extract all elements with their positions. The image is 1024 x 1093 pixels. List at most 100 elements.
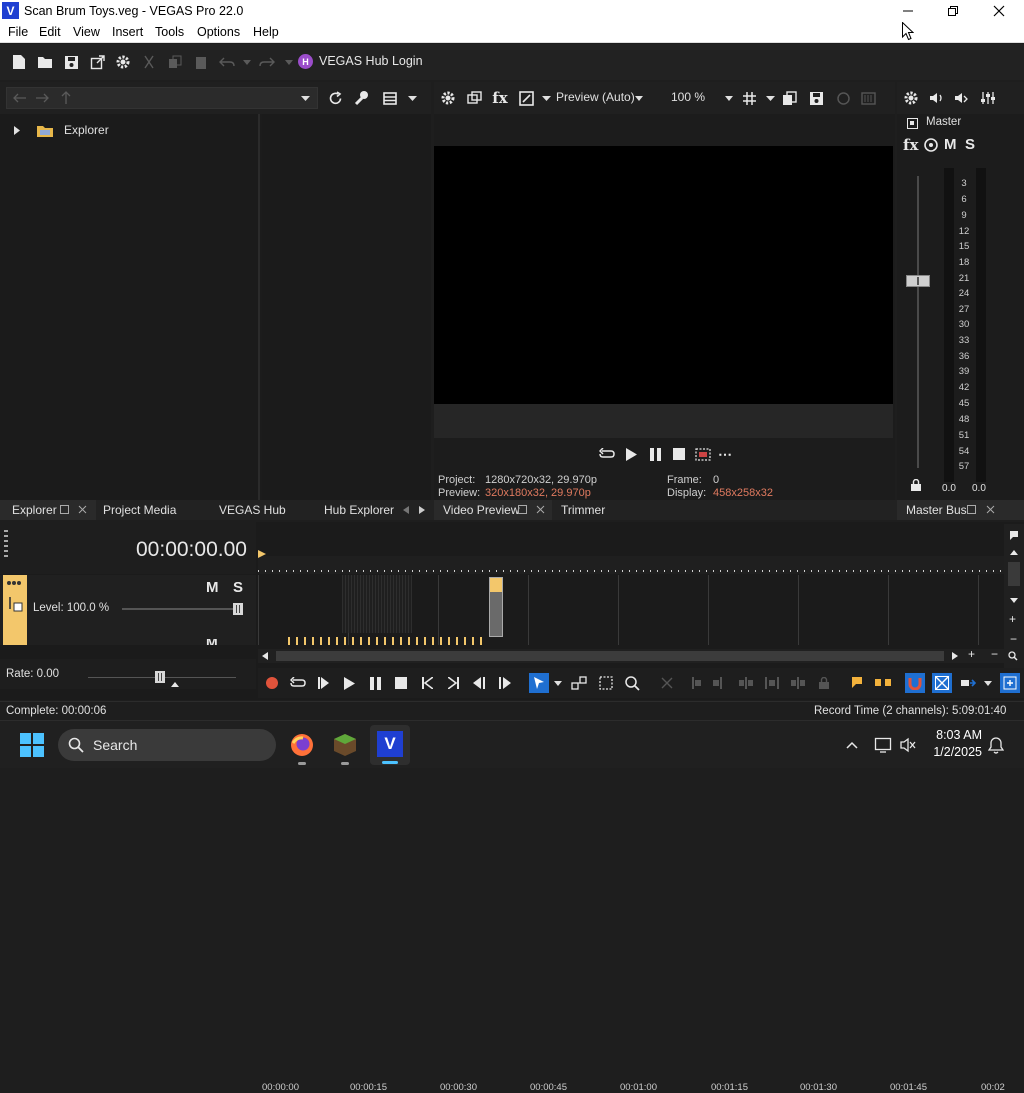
menu-file[interactable]: File <box>8 25 28 39</box>
vegas-app-taskbar-button[interactable]: V <box>370 725 410 765</box>
stop-icon[interactable] <box>393 674 409 692</box>
auto-crossfade-icon[interactable] <box>932 673 952 693</box>
clock-time[interactable]: 8:03 AM <box>936 728 982 742</box>
notifications-bell-icon[interactable] <box>988 736 1004 754</box>
stop-icon[interactable] <box>671 446 687 462</box>
open-folder-icon[interactable] <box>36 53 54 71</box>
refresh-icon[interactable] <box>326 89 344 107</box>
trim-start-icon[interactable] <box>685 674 703 692</box>
timeline-horizontal-scrollbar[interactable]: + − <box>258 647 1024 663</box>
mixer-faders-icon[interactable] <box>979 89 997 107</box>
volume-muted-icon[interactable] <box>899 736 917 754</box>
master-fx-button[interactable]: fx <box>903 136 918 154</box>
scroll-left-icon[interactable] <box>262 652 268 660</box>
preview-zoom-select[interactable]: 100 % <box>669 90 737 107</box>
preview-settings-icon[interactable] <box>439 89 457 107</box>
tab-scroll-left-icon[interactable] <box>403 506 409 514</box>
selection-tool-icon[interactable] <box>597 674 615 692</box>
loop-region-marker-icon[interactable] <box>258 550 266 558</box>
lock-envelopes-icon[interactable] <box>815 674 833 692</box>
menu-tools[interactable]: Tools <box>155 25 184 39</box>
address-dropdown-icon[interactable] <box>299 93 311 103</box>
render-as-icon[interactable] <box>88 53 106 71</box>
scroll-thumb[interactable] <box>1008 562 1020 586</box>
undo-dropdown-icon[interactable] <box>242 56 252 68</box>
menu-edit[interactable]: Edit <box>39 25 61 39</box>
tab-trimmer[interactable]: Trimmer <box>561 503 605 517</box>
h-scroll-thumb[interactable] <box>276 651 944 661</box>
zoom-magnifier-icon[interactable] <box>1008 651 1018 661</box>
views-icon[interactable] <box>381 89 399 107</box>
timeline-ruler[interactable] <box>258 550 1004 574</box>
master-select-icon[interactable] <box>907 118 918 129</box>
save-snapshot-icon[interactable] <box>807 89 825 107</box>
delete-icon[interactable] <box>658 674 676 692</box>
menu-insert[interactable]: Insert <box>112 25 143 39</box>
audio-event-clip[interactable] <box>489 577 503 637</box>
go-to-start-icon[interactable] <box>419 674 435 692</box>
undock-icon[interactable] <box>518 505 527 514</box>
pause-icon[interactable] <box>367 674 383 692</box>
timeline-track-lane[interactable] <box>258 575 1004 645</box>
play-from-start-icon[interactable] <box>315 674 331 692</box>
undock-icon[interactable] <box>60 505 69 514</box>
drag-handle-icon[interactable] <box>4 530 8 558</box>
tab-hub-explorer[interactable]: Hub Explorer <box>324 503 394 517</box>
edit-tool-dropdown-icon[interactable] <box>553 678 563 688</box>
tab-video-preview[interactable]: Video Preview <box>434 500 552 520</box>
close-tab-icon[interactable] <box>536 505 545 514</box>
undock-icon[interactable] <box>967 505 976 514</box>
overlays-grid-icon[interactable] <box>740 89 758 107</box>
snapping-icon[interactable] <box>905 673 925 693</box>
overlays-dropdown-icon[interactable] <box>764 93 776 103</box>
settings-gear-icon[interactable] <box>114 53 132 71</box>
paste-icon[interactable] <box>192 53 210 71</box>
tab-project-media[interactable]: Project Media <box>103 503 176 517</box>
split-icon[interactable] <box>737 674 755 692</box>
hub-tools-icon[interactable] <box>353 89 371 107</box>
master-solo-button[interactable]: S <box>965 136 975 153</box>
rate-slider-thumb[interactable] <box>155 671 165 683</box>
forward-arrow-icon[interactable] <box>33 90 51 106</box>
tab-scroll-right-icon[interactable] <box>419 506 425 514</box>
master-settings-icon[interactable] <box>902 89 920 107</box>
envelope-tool-icon[interactable] <box>570 674 588 692</box>
track-solo-button[interactable]: S <box>233 579 243 596</box>
insert-marker-icon[interactable] <box>848 674 866 692</box>
vegas-hub-login-button[interactable]: H VEGAS Hub Login <box>298 52 423 72</box>
split-dropdown-icon[interactable] <box>540 93 552 103</box>
zoom-tool-icon[interactable] <box>623 674 641 692</box>
play-icon[interactable] <box>341 674 357 692</box>
lock-icon[interactable] <box>909 478 923 492</box>
video-fx-icon[interactable]: fx <box>490 88 510 108</box>
minecraft-app-icon[interactable] <box>331 731 359 759</box>
copy-icon[interactable] <box>166 53 184 71</box>
track-level-slider[interactable] <box>122 608 242 610</box>
redo-dropdown-icon[interactable] <box>284 56 294 68</box>
scroll-down-icon[interactable] <box>1010 598 1018 603</box>
explorer-address-bar[interactable] <box>6 87 318 109</box>
zoom-in-track-height[interactable]: + <box>1009 612 1016 626</box>
zoom-out-track-height[interactable]: − <box>1010 632 1017 646</box>
insert-region-icon[interactable] <box>874 674 892 692</box>
minimize-button[interactable] <box>896 0 920 22</box>
zoom-in-time-button[interactable]: + <box>968 647 975 661</box>
preview-pane-icon[interactable] <box>694 446 712 462</box>
lock-track-icon[interactable] <box>1000 673 1020 693</box>
close-tab-icon[interactable] <box>986 505 995 514</box>
firefox-app-icon[interactable] <box>288 731 316 759</box>
automation-icon[interactable] <box>922 136 940 154</box>
track-level-thumb[interactable] <box>233 603 243 615</box>
clock-date[interactable]: 1/2/2025 <box>928 745 982 759</box>
views-dropdown-icon[interactable] <box>406 93 418 103</box>
trim-icon[interactable] <box>763 674 781 692</box>
cut-icon[interactable] <box>140 53 158 71</box>
menu-help[interactable]: Help <box>253 25 279 39</box>
hdr-disabled-icon[interactable] <box>834 89 852 107</box>
tab-master-bus[interactable]: Master Bus <box>897 500 1024 520</box>
loop-icon[interactable] <box>289 674 307 692</box>
master-mute-button[interactable]: M <box>944 136 957 153</box>
copy-snapshot-icon[interactable] <box>780 89 798 107</box>
audio-track-header[interactable]: M S Level: 100.0 % M <box>0 575 256 645</box>
normal-edit-tool-icon[interactable] <box>529 673 549 693</box>
